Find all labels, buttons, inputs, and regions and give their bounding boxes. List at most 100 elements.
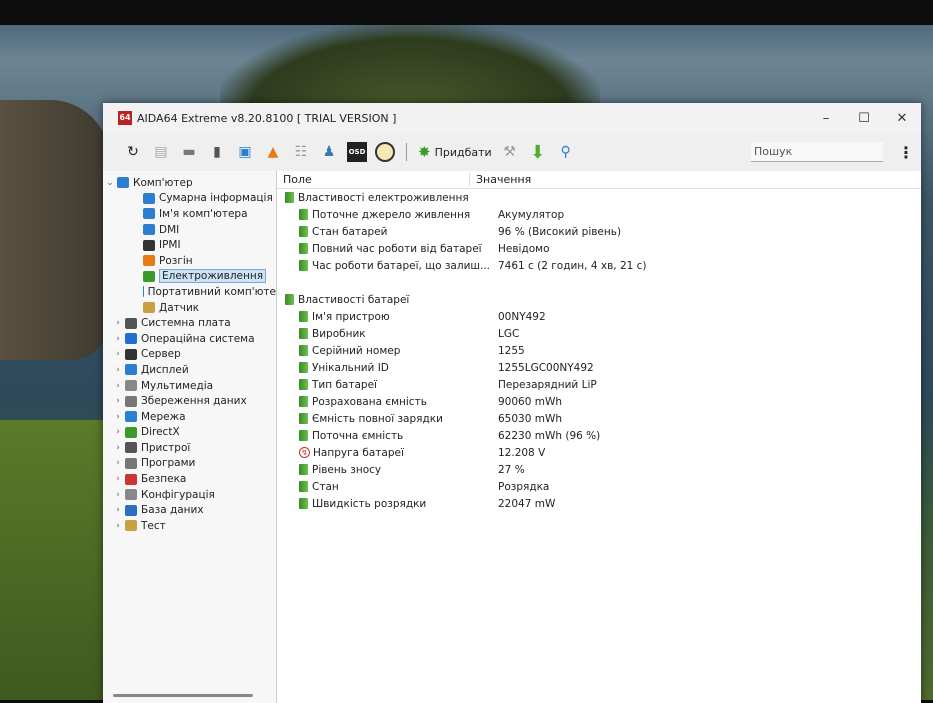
table-row[interactable]: Поточна ємність 62230 mWh (96 %) [277,427,921,444]
tree-item-section[interactable]: › Збереження даних [103,393,276,409]
table-row[interactable]: Ім'я пристрою 00NY492 [277,308,921,325]
tree-item-section[interactable]: › Програми [103,456,276,472]
tree-item-child[interactable]: IPMI [103,237,276,253]
field-label: Ім'я пристрою [312,310,390,323]
table-row[interactable]: Швидкість розрядки 22047 mW [277,495,921,512]
horizontal-scrollbar[interactable] [113,694,253,697]
table-row[interactable]: Стан Розрядка [277,478,921,495]
battery-icon [299,430,308,441]
maximize-button[interactable]: ☐ [845,111,883,126]
chevron-right-icon[interactable]: › [111,458,125,468]
section-icon [125,333,137,345]
gauge-icon[interactable] [375,142,395,162]
more-menu-icon[interactable]: ⋮ [891,143,921,162]
tree-item-section[interactable]: › Безпека [103,471,276,487]
voltage-icon: ↯ [299,447,310,458]
chevron-right-icon[interactable]: › [111,318,125,328]
spacer-row [277,274,921,291]
tree-item-section[interactable]: › Конфігурація [103,487,276,503]
memory-icon[interactable]: ▮ [207,142,227,162]
search-input[interactable]: Пошук [751,142,883,162]
table-row[interactable]: Час роботи батареї, що залиш... 7461 с (2… [277,257,921,274]
tree-label: Конфігурація [141,488,215,501]
tree-item-section[interactable]: › DirectX [103,425,276,441]
field-value: LGC [498,327,520,340]
table-row[interactable]: Розрахована ємність 90060 mWh [277,393,921,410]
field-value: 62230 mWh (96 %) [498,429,601,442]
battery-icon [285,192,294,203]
tree-item-section[interactable]: › Мультимедіа [103,378,276,394]
network-icon[interactable]: ▣ [235,142,255,162]
chevron-right-icon[interactable]: › [111,474,125,484]
osd-icon[interactable]: OSD [347,142,367,162]
chevron-right-icon[interactable]: › [111,521,125,531]
close-button[interactable]: ✕ [883,111,921,126]
chevron-right-icon[interactable]: › [111,427,125,437]
search-icon[interactable]: ⚲ [556,142,576,162]
chevron-right-icon[interactable]: › [111,381,125,391]
chevron-right-icon[interactable]: › [111,412,125,422]
tree-item-child[interactable]: Портативний комп'юте [103,284,276,300]
table-row[interactable]: Стан батарей 96 % (Високий рівень) [277,223,921,240]
tree-label: IPMI [159,239,181,252]
chevron-right-icon[interactable]: › [111,490,125,500]
table-row[interactable]: Серійний номер 1255 [277,342,921,359]
battery-icon [299,481,308,492]
tree-item-child[interactable]: Сумарна інформація [103,191,276,207]
user-icon[interactable]: ♟ [319,142,339,162]
buy-button[interactable]: ✸ Придбати [418,143,492,161]
tree-item-section[interactable]: › Пристрої [103,440,276,456]
config-icon[interactable]: ☷ [291,142,311,162]
table-row[interactable]: Тип батареї Перезарядний LiP [277,376,921,393]
flame-icon[interactable]: ▲ [263,142,283,162]
tree-item-section[interactable]: › Дисплей [103,362,276,378]
table-row[interactable]: Рівень зносу 27 % [277,461,921,478]
tree-item-child[interactable]: DMI [103,222,276,238]
download-icon[interactable]: ⬇ [528,142,548,163]
tree-item-section[interactable]: › Тест [103,518,276,534]
chevron-right-icon[interactable]: › [111,443,125,453]
tree-node-icon [143,192,155,204]
chevron-down-icon[interactable]: ⌄ [103,178,117,188]
tree-node-icon [143,270,155,282]
chevron-right-icon[interactable]: › [111,349,125,359]
refresh-icon[interactable]: ↻ [123,142,143,162]
table-row[interactable]: Повний час роботи від батареї Невідомо [277,240,921,257]
tree-item-section[interactable]: › База даних [103,502,276,518]
motherboard-icon[interactable]: ▬ [179,142,199,162]
tree-item-section[interactable]: › Операційна система [103,331,276,347]
table-row[interactable]: Поточне джерело живлення Акумулятор [277,206,921,223]
report-icon[interactable]: ▤ [151,142,171,162]
chevron-right-icon[interactable]: › [111,505,125,515]
tree-item-child[interactable]: Розгін [103,253,276,269]
tree-item-computer[interactable]: ⌄ Комп'ютер [103,175,276,191]
tools-icon[interactable]: ⚒ [500,142,520,162]
section-icon [125,348,137,360]
column-header-field[interactable]: Поле [277,173,470,186]
section-icon [125,426,137,438]
window-title: AIDA64 Extreme v8.20.8100 [ TRIAL VERSIO… [137,111,397,125]
chevron-right-icon[interactable]: › [111,365,125,375]
chevron-right-icon[interactable]: › [111,334,125,344]
tree-item-section[interactable]: › Сервер [103,347,276,363]
field-label: Рівень зносу [312,463,382,476]
field-value: 90060 mWh [498,395,563,408]
tree-item-section[interactable]: › Мережа [103,409,276,425]
table-row[interactable]: Виробник LGC [277,325,921,342]
tree-item-child[interactable]: Ім'я комп'ютера [103,206,276,222]
table-row[interactable]: Ємність повної зарядки 65030 mWh [277,410,921,427]
table-row[interactable]: ↯ Напруга батареї 12.208 V [277,444,921,461]
battery-icon [299,209,308,220]
chevron-right-icon[interactable]: › [111,396,125,406]
tree-item-child[interactable]: Електроживлення [103,269,276,285]
field-label: Виробник [312,327,366,340]
field-label: Унікальний ID [312,361,389,374]
tree-item-child[interactable]: Датчик [103,300,276,316]
field-value: Невідомо [498,242,550,255]
column-header-value[interactable]: Значення [470,173,531,186]
tree-item-section[interactable]: › Системна плата [103,315,276,331]
tree-label: Мультимедіа [141,379,214,392]
minimize-button[interactable]: – [807,111,845,126]
table-row[interactable]: Унікальний ID 1255LGC00NY492 [277,359,921,376]
battery-icon [299,413,308,424]
